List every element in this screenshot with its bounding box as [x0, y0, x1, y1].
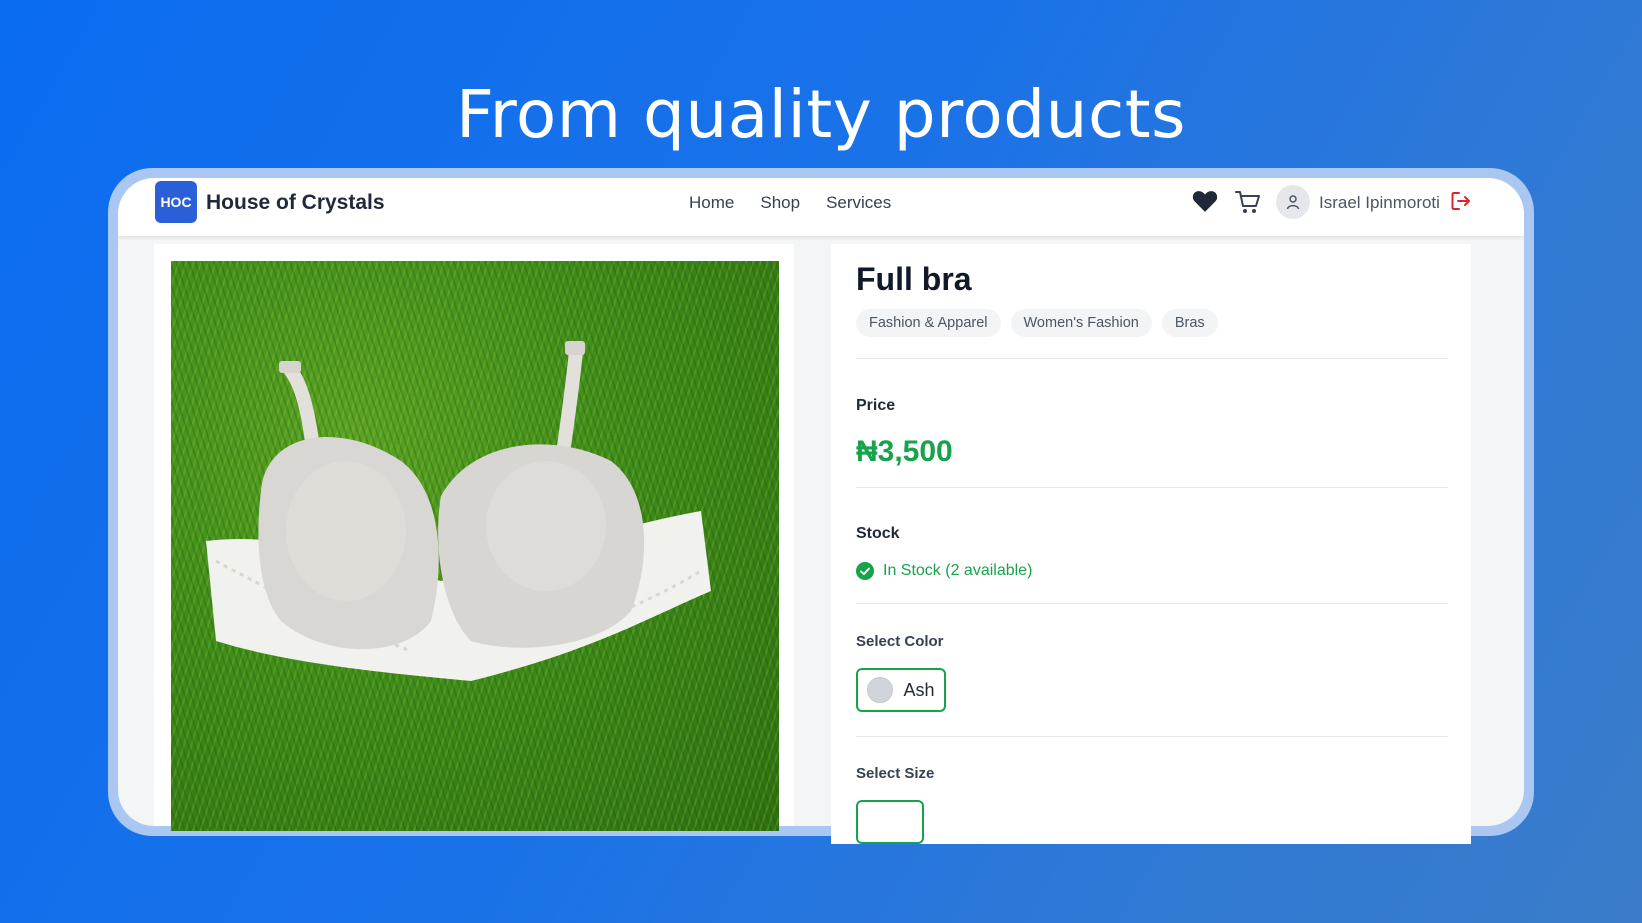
check-circle-icon: [856, 562, 874, 580]
divider: [856, 736, 1448, 737]
color-label: Select Color: [856, 633, 944, 650]
nav-link-services[interactable]: Services: [826, 193, 891, 213]
price-label: Price: [856, 397, 896, 414]
stock-label: Stock: [856, 525, 900, 542]
product-title: Full bra: [856, 261, 972, 297]
brand-name[interactable]: House of Crystals: [206, 191, 385, 215]
category-tags: Fashion & Apparel Women's Fashion Bras: [856, 309, 1218, 337]
price-value: ₦3,500: [856, 435, 953, 468]
tag-womens-fashion[interactable]: Women's Fashion: [1010, 309, 1152, 337]
stock-text: In Stock (2 available): [883, 562, 1033, 579]
color-option-label: Ash: [903, 679, 935, 700]
bra-illustration: [206, 341, 711, 681]
nav-link-shop[interactable]: Shop: [760, 193, 800, 213]
tag-fashion-apparel[interactable]: Fashion & Apparel: [856, 309, 1001, 337]
divider: [856, 487, 1448, 488]
tag-bras[interactable]: Bras: [1161, 309, 1218, 337]
logout-icon[interactable]: [1450, 190, 1472, 212]
color-swatch: [867, 677, 894, 703]
avatar[interactable]: [1276, 185, 1310, 219]
product-detail-card: Full bra Fashion & Apparel Women's Fashi…: [831, 244, 1471, 844]
promo-headline: From quality products: [456, 76, 1186, 153]
color-option-ash[interactable]: Ash: [856, 668, 946, 712]
user-icon: [1286, 195, 1300, 210]
divider: [856, 603, 1448, 604]
username[interactable]: Israel Ipinmoroti: [1319, 193, 1440, 213]
nav-link-home[interactable]: Home: [689, 193, 734, 213]
logo-badge[interactable]: HOC: [155, 181, 197, 223]
window-bottom-edge: [118, 826, 1524, 846]
heart-icon[interactable]: [1192, 189, 1218, 213]
cart-icon[interactable]: [1234, 188, 1262, 216]
divider: [856, 358, 1448, 359]
navbar: HOC House of Crystals Home Shop Services…: [118, 178, 1524, 236]
stock-status: In Stock (2 available): [856, 562, 1032, 580]
nav-links: Home Shop Services: [689, 193, 891, 213]
product-photo[interactable]: [171, 261, 779, 831]
size-label: Select Size: [856, 765, 935, 782]
